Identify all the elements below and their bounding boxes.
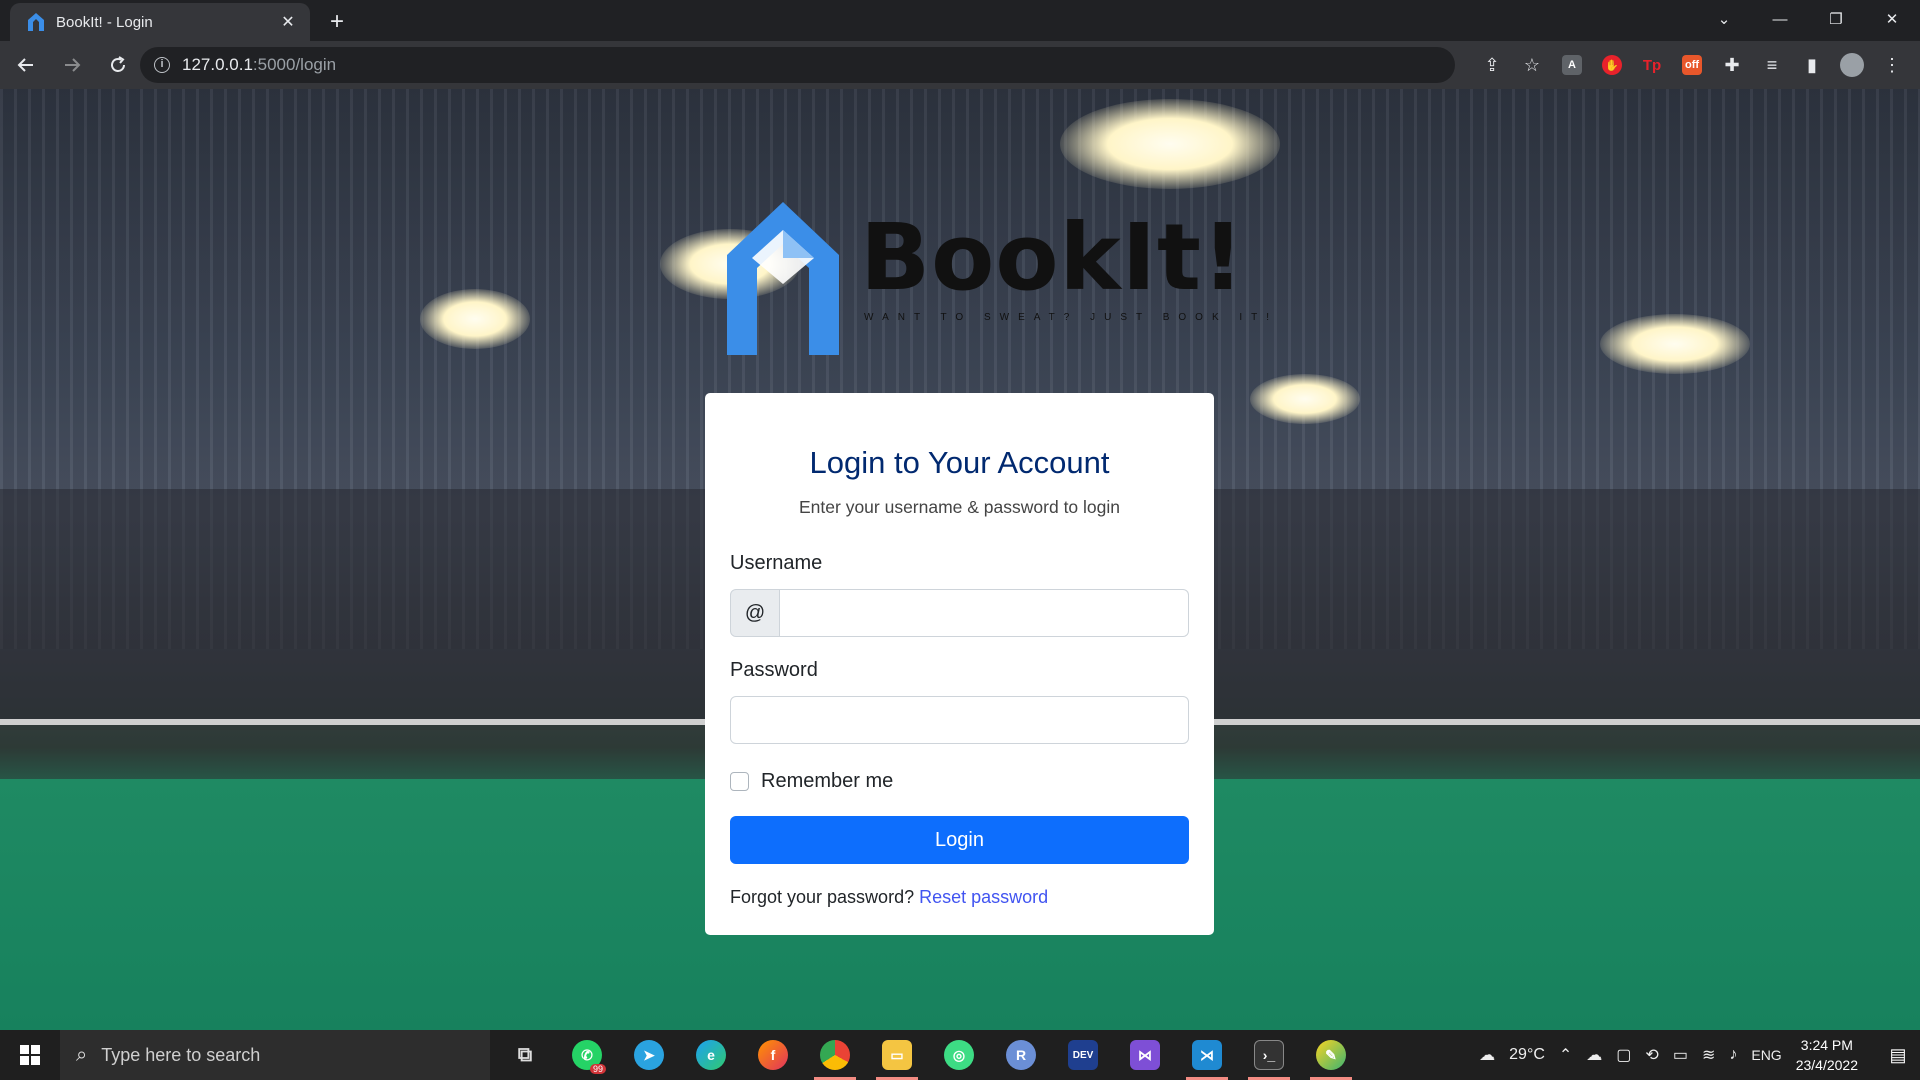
reset-password-link[interactable]: Reset password (919, 887, 1048, 907)
extensions-row: ⇪ ☆ A ✋ Tp off ✚ ≡ ▮ ⋮ (1470, 47, 1910, 83)
android-studio-icon[interactable]: ◎ (928, 1030, 990, 1080)
username-label: Username (730, 552, 823, 574)
telegram-icon[interactable]: ➤ (618, 1030, 680, 1080)
login-card: Login to Your Account Enter your usernam… (705, 393, 1214, 935)
profile-avatar-icon[interactable] (1834, 47, 1870, 83)
devcpp-icon[interactable]: DEV (1052, 1030, 1114, 1080)
whatsapp-icon[interactable]: ✆ 99 (556, 1030, 618, 1080)
volume-icon[interactable]: ♪ (1729, 1046, 1737, 1064)
media-controls-icon[interactable]: ≡ (1754, 47, 1790, 83)
close-tab-icon[interactable]: ✕ (278, 12, 298, 32)
file-explorer-icon[interactable]: ▭ (866, 1030, 928, 1080)
clock-time: 3:24 PM (1800, 1037, 1853, 1053)
terminal-icon[interactable]: ›_ (1238, 1030, 1300, 1080)
update-icon[interactable]: ⟲ (1645, 1045, 1658, 1065)
notifications-icon[interactable]: ▤ (1876, 1030, 1920, 1080)
browser-tab[interactable]: BookIt! - Login ✕ (10, 3, 310, 41)
bookit-logo[interactable]: BookIt! WANT TO SWEAT? JUST BOOK IT! (726, 200, 1269, 360)
chevron-up-icon[interactable]: ⌃ (1559, 1045, 1572, 1065)
back-arrow-icon (17, 58, 33, 72)
pdf-extension-icon[interactable]: A (1554, 47, 1590, 83)
clock[interactable]: 3:24 PM 23/4/2022 (1796, 1035, 1858, 1075)
battery-icon[interactable]: ▭ (1673, 1045, 1688, 1065)
task-view-icon[interactable]: ⧉ (494, 1030, 556, 1080)
restore-button[interactable]: ❐ (1808, 0, 1864, 38)
site-info-icon[interactable]: i (154, 57, 170, 73)
meet-icon[interactable]: ▢ (1616, 1045, 1631, 1065)
bookmark-star-icon[interactable]: ☆ (1514, 47, 1550, 83)
tp-extension-icon[interactable]: Tp (1634, 47, 1670, 83)
forgot-password-row: Forgot your password? Reset password (730, 887, 1048, 908)
edge-icon[interactable]: e (680, 1030, 742, 1080)
logo-name: BookIt! (860, 204, 1245, 311)
username-input[interactable] (780, 589, 1189, 637)
password-input[interactable] (730, 696, 1189, 744)
start-button[interactable] (0, 1030, 60, 1080)
password-label: Password (730, 659, 818, 681)
address-bar[interactable]: i 127.0.0.1:5000/login (140, 47, 1455, 83)
taskbar-search-placeholder: Type here to search (101, 1044, 261, 1065)
url-host: 127.0.0.1 (182, 55, 253, 74)
wifi-icon[interactable]: ≋ (1702, 1045, 1715, 1065)
username-input-group: @ (730, 589, 1189, 637)
reload-icon (111, 56, 125, 72)
remember-me-checkbox[interactable] (730, 772, 749, 791)
browser-toolbar: i 127.0.0.1:5000/login ⇪ ☆ A ✋ Tp off ✚ … (0, 41, 1920, 89)
login-subtitle: Enter your username & password to login (799, 497, 1120, 517)
back-button[interactable] (6, 45, 46, 85)
url-path: :5000/login (252, 55, 337, 74)
tab-search-icon[interactable]: ⌄ (1696, 0, 1752, 38)
forgot-password-text: Forgot your password? (730, 887, 915, 907)
windows-logo-icon (20, 1045, 40, 1065)
clock-date: 23/4/2022 (1795, 1057, 1858, 1073)
vscode-icon[interactable]: ⋊ (1176, 1030, 1238, 1080)
close-window-button[interactable]: ✕ (1864, 0, 1920, 38)
at-sign-prefix: @ (730, 589, 780, 637)
bookit-house-logo-icon (727, 202, 839, 355)
taskbar-search[interactable]: ⌕ Type here to search (60, 1030, 490, 1080)
logo-tagline: WANT TO SWEAT? JUST BOOK IT! (864, 312, 1279, 323)
whatsapp-badge: 99 (589, 1064, 606, 1074)
weather-icon[interactable]: ☁ (1479, 1045, 1495, 1065)
system-tray: ☁ 29°C ⌃ ☁ ▢ ⟲ ▭ ≋ ♪ ENG 3:24 PM 23/4/20… (1479, 1030, 1920, 1080)
login-button[interactable]: Login (730, 816, 1189, 864)
firefox-icon[interactable]: f (742, 1030, 804, 1080)
side-panel-icon[interactable]: ▮ (1794, 47, 1830, 83)
login-title: Login to Your Account (809, 445, 1110, 480)
bookit-favicon-icon (28, 13, 44, 31)
adblock-extension-icon[interactable]: ✋ (1594, 47, 1630, 83)
visual-studio-icon[interactable]: ⋈ (1114, 1030, 1176, 1080)
language-indicator[interactable]: ENG (1751, 1047, 1781, 1063)
browser-menu-icon[interactable]: ⋮ (1874, 47, 1910, 83)
new-tab-button[interactable]: + (322, 8, 352, 38)
r-icon[interactable]: R (990, 1030, 1052, 1080)
background-lamp (1250, 374, 1360, 424)
background-lamp (1060, 99, 1280, 189)
share-icon[interactable]: ⇪ (1474, 47, 1510, 83)
window-controls: ⌄ — ❐ ✕ (1696, 0, 1920, 38)
taskbar-apps: ⧉ ✆ 99 ➤ e f ▭ ◎ R DEV ⋈ ⋊ ›_ ✎ (494, 1030, 1362, 1080)
minimize-button[interactable]: — (1752, 0, 1808, 38)
weather-temp[interactable]: 29°C (1509, 1046, 1545, 1064)
remember-me-label[interactable]: Remember me (761, 770, 893, 793)
background-lamp (1600, 314, 1750, 374)
background-lamp (420, 289, 530, 349)
puzzle-extensions-icon[interactable]: ✚ (1714, 47, 1750, 83)
search-icon: ⌕ (76, 1043, 88, 1066)
paint-icon[interactable]: ✎ (1300, 1030, 1362, 1080)
tab-title: BookIt! - Login (56, 13, 153, 31)
browser-tabstrip: BookIt! - Login ✕ + ⌄ — ❐ ✕ (0, 0, 1920, 41)
off-extension-icon[interactable]: off (1674, 47, 1710, 83)
forward-button[interactable] (52, 45, 92, 85)
remember-me-row: Remember me (730, 770, 893, 793)
reload-button[interactable] (98, 45, 138, 85)
onedrive-icon[interactable]: ☁ (1586, 1045, 1602, 1065)
windows-taskbar: ⌕ Type here to search ⧉ ✆ 99 ➤ e f ▭ ◎ R … (0, 1030, 1920, 1080)
forward-arrow-icon (65, 58, 81, 72)
chrome-icon[interactable] (804, 1030, 866, 1080)
